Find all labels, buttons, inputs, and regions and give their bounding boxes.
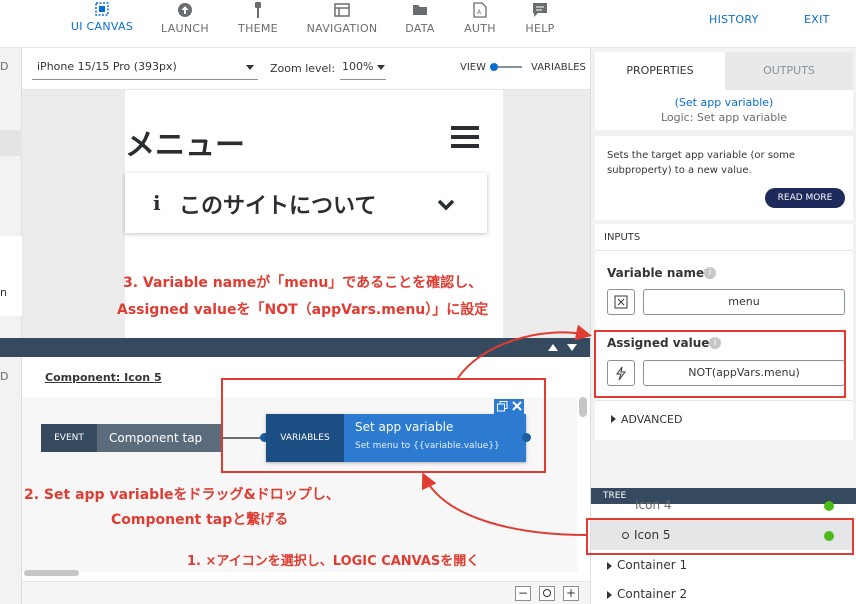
annotation-step1: 1. ×アイコンを選択し、LOGIC CANVASを開く <box>187 554 480 569</box>
annotation-step3-line1: 3. Variable nameが「menu」であることを確認し、 <box>123 275 483 291</box>
annotation-step2-line1: 2. Set app variableをドラッグ&ドロップし、 <box>24 487 340 503</box>
annotation-step2-line2: Component tapと繋げる <box>111 512 289 528</box>
annotation-step3-line2: Assigned valueを「NOT（appVars.menu）」に設定 <box>117 302 489 318</box>
arrow-to-logic-node <box>421 472 587 536</box>
arrow-to-assigned-value <box>457 324 592 379</box>
